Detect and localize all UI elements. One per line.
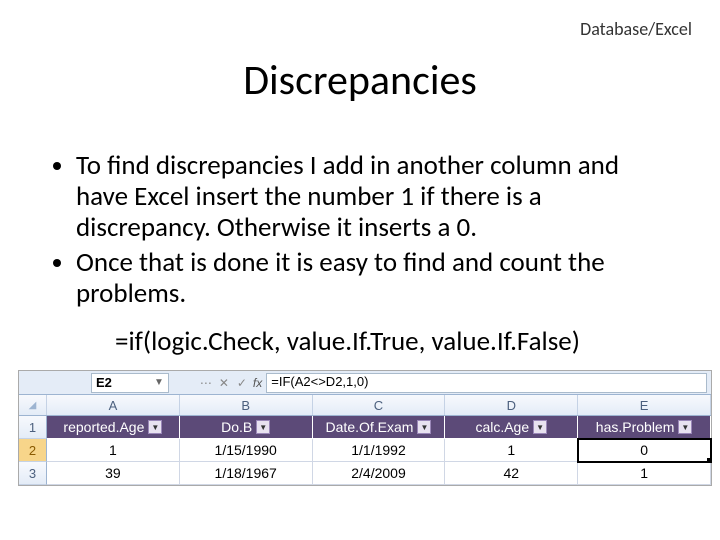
bullet-list: To find discrepancies I add in another c… [68,150,660,313]
fx-buttons: ⋯ ✕ ✓ [199,376,249,390]
enter-icon[interactable]: ✓ [235,376,249,390]
table-header-cell[interactable]: has.Problem ▼ [578,416,711,439]
table-header-cell[interactable]: reported.Age ▼ [47,416,180,439]
chevron-down-icon: ▼ [154,377,164,388]
cell[interactable]: 42 [445,462,578,485]
fx-expand-icon[interactable]: ⋯ [199,376,213,390]
header-label: Do.B [221,416,252,439]
bullet-item: Once that is done it is easy to find and… [76,247,660,309]
page-title: Discrepancies [0,55,720,106]
header-label: calc.Age [475,416,529,439]
cell-value: 0 [640,442,648,458]
table-row: 2 1 1/15/1990 1/1/1992 1 0 [19,439,711,462]
formula-input[interactable]: =IF(A2<>D2,1,0) [266,373,707,393]
formula-bar: E2 ▼ ⋯ ✕ ✓ fx =IF(A2<>D2,1,0) [19,371,711,395]
table-header-cell[interactable]: Do.B ▼ [180,416,313,439]
filter-icon[interactable]: ▼ [533,420,547,434]
filter-icon[interactable]: ▼ [678,420,692,434]
table-header-cell[interactable]: Date.Of.Exam ▼ [313,416,446,439]
col-header[interactable]: C [313,395,446,415]
name-box[interactable]: E2 ▼ [91,373,169,393]
col-header[interactable]: B [180,395,313,415]
fx-icon[interactable]: fx [253,376,262,390]
col-header[interactable]: E [578,395,711,415]
excel-screenshot: E2 ▼ ⋯ ✕ ✓ fx =IF(A2<>D2,1,0) ◢ A B C D … [18,370,712,486]
col-header[interactable]: A [47,395,180,415]
table-row: 3 39 1/18/1967 2/4/2009 42 1 [19,462,711,485]
formula-text: =if(logic.Check, value.If.True, value.If… [115,325,580,358]
table-row: 1 reported.Age ▼ Do.B ▼ Date.Of.Exam ▼ c… [19,416,711,439]
cell[interactable]: 1 [445,439,578,462]
fill-handle[interactable] [707,458,711,462]
cell[interactable]: 1/18/1967 [180,462,313,485]
table-header-cell[interactable]: calc.Age ▼ [445,416,578,439]
header-label: reported.Age [63,416,144,439]
cell[interactable]: 1 [578,462,711,485]
cell[interactable]: 1/1/1992 [313,439,446,462]
bullet-item: To find discrepancies I add in another c… [76,150,660,243]
cancel-icon[interactable]: ✕ [217,376,231,390]
cell[interactable]: 39 [47,462,180,485]
row-header[interactable]: 1 [19,416,47,439]
filter-icon[interactable]: ▼ [148,420,162,434]
column-header-row: ◢ A B C D E [19,395,711,416]
row-header[interactable]: 3 [19,462,47,485]
row-header[interactable]: 2 [19,439,47,462]
active-cell[interactable]: 0 [578,439,711,462]
filter-icon[interactable]: ▼ [417,420,431,434]
cell[interactable]: 1/15/1990 [180,439,313,462]
filter-icon[interactable]: ▼ [256,420,270,434]
header-label: has.Problem [596,416,675,439]
cell[interactable]: 1 [47,439,180,462]
cell[interactable]: 2/4/2009 [313,462,446,485]
breadcrumb-label: Database/Excel [580,18,692,40]
select-all-corner[interactable]: ◢ [19,395,47,415]
spreadsheet-grid: ◢ A B C D E 1 reported.Age ▼ Do.B ▼ Date… [19,395,711,485]
col-header[interactable]: D [445,395,578,415]
header-label: Date.Of.Exam [326,416,414,439]
name-box-value: E2 [96,375,154,390]
